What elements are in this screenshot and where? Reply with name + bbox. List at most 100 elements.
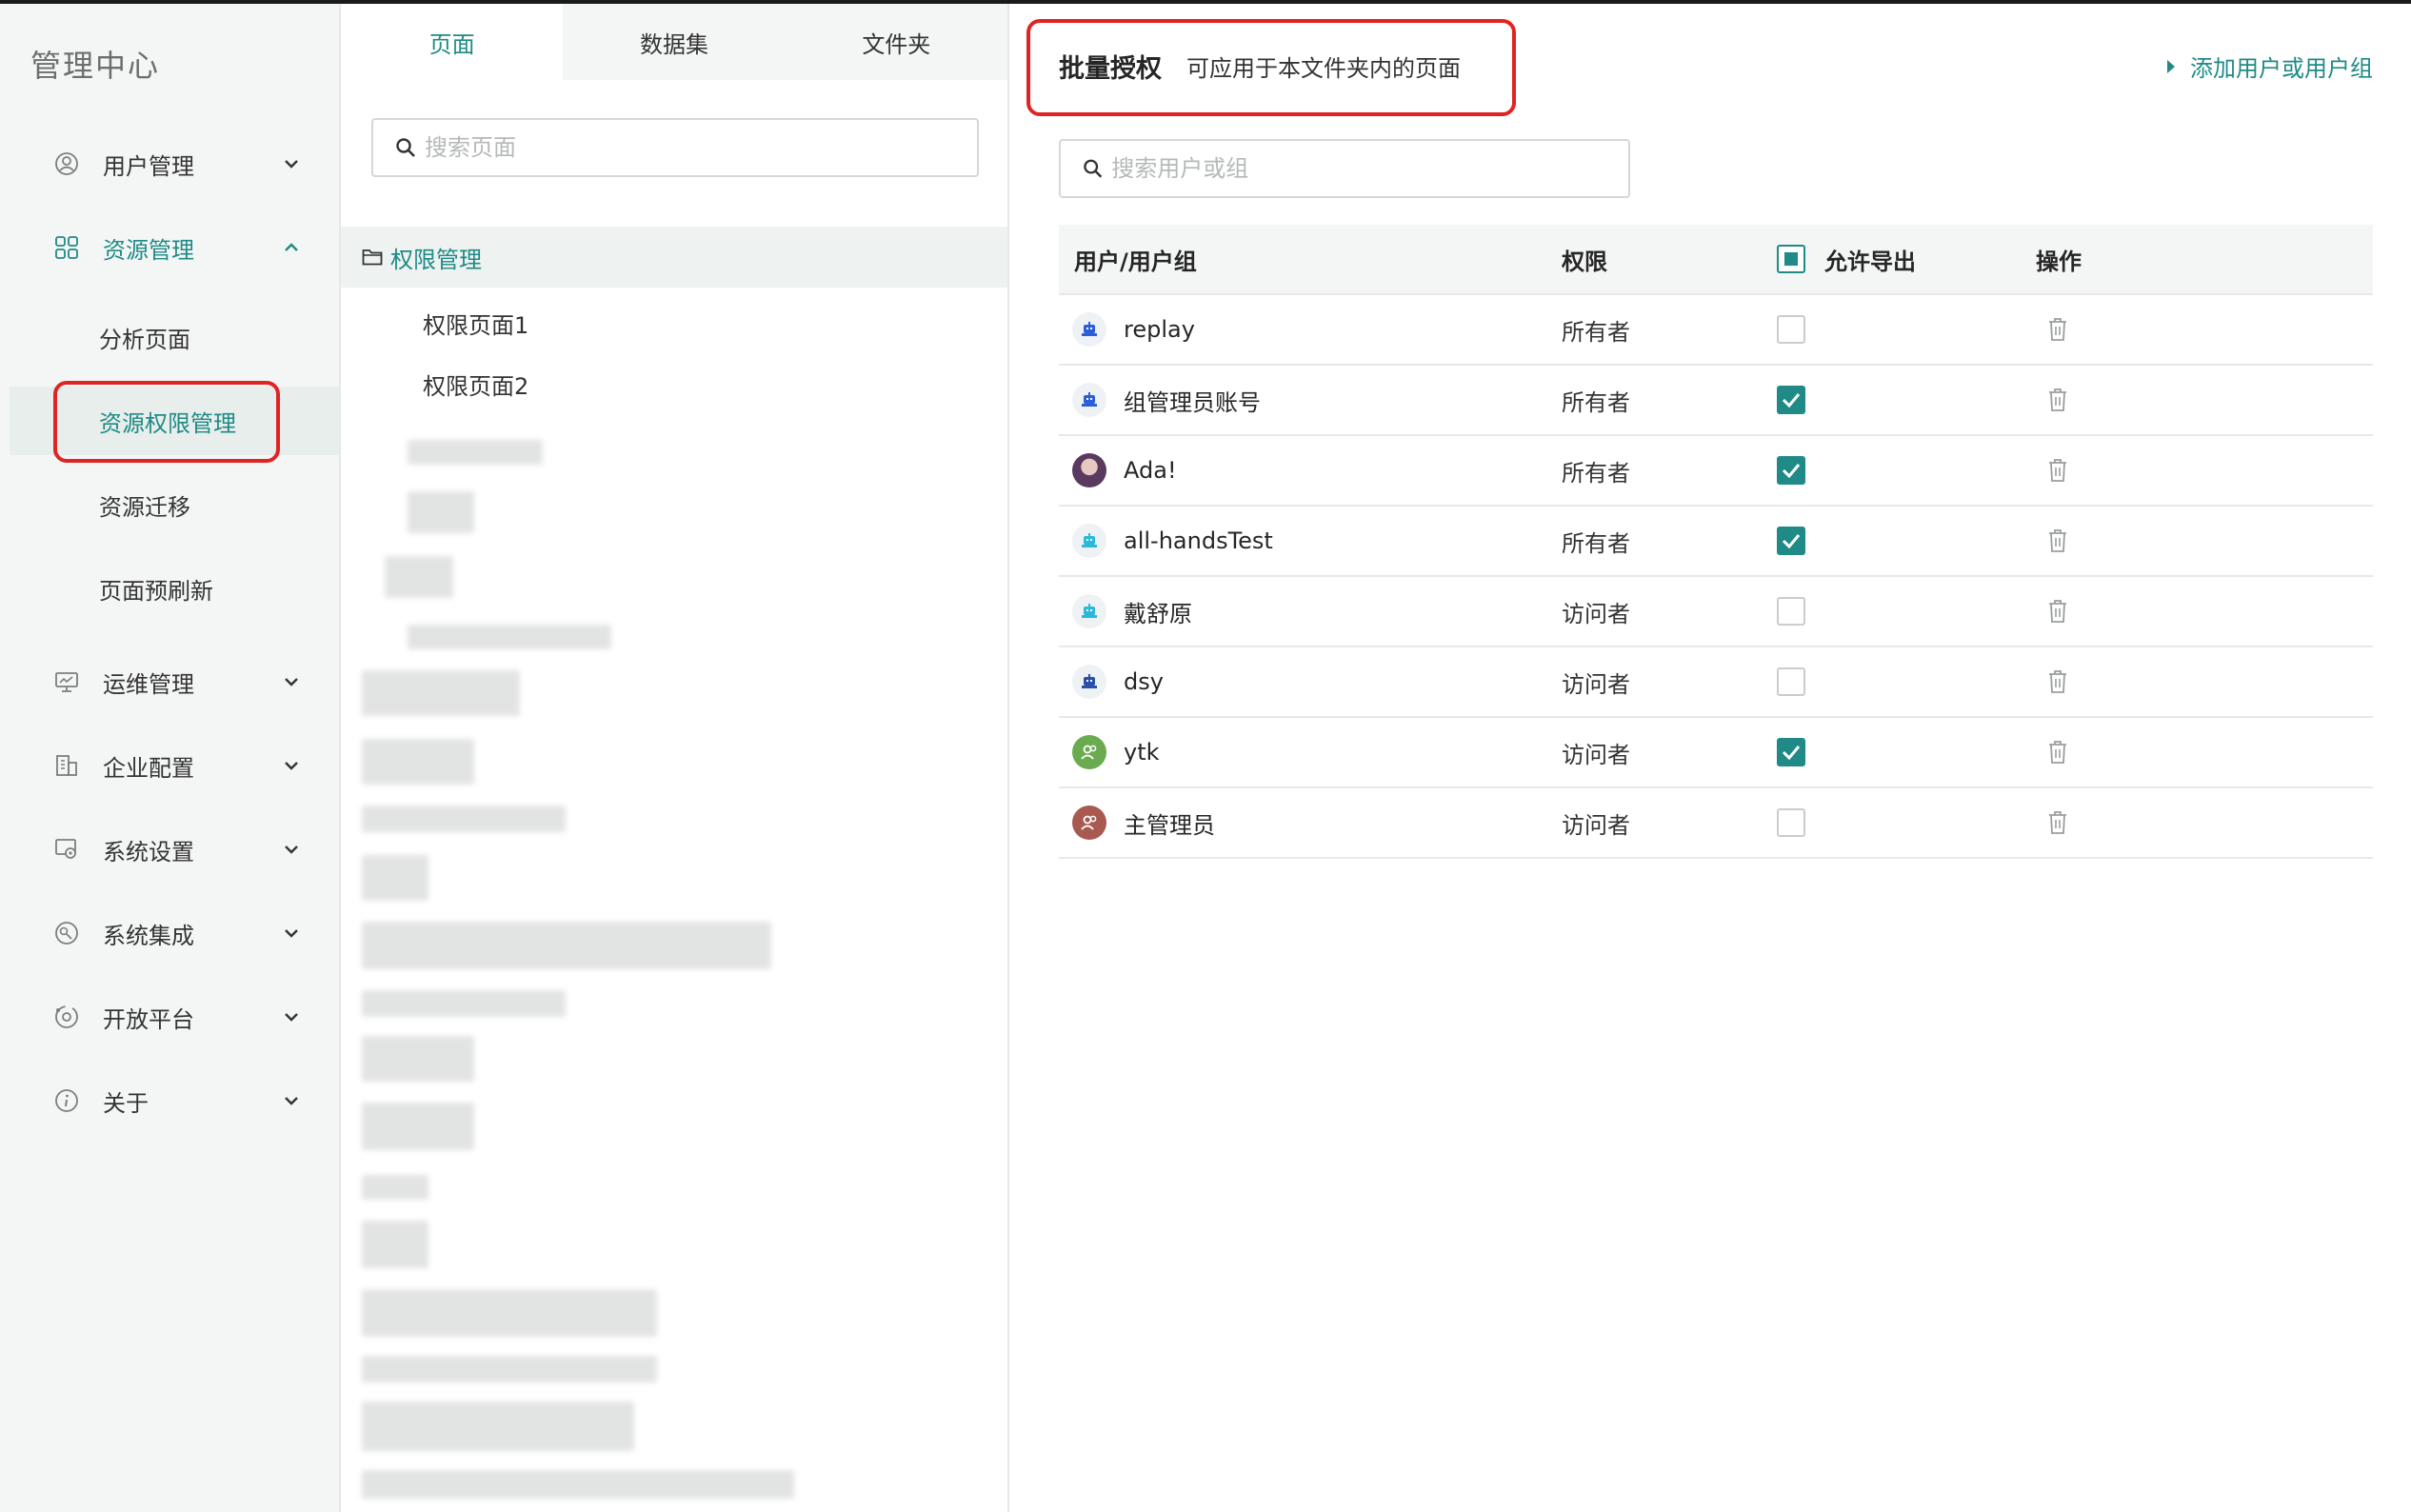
column-export: 允许导出 [1824,248,1916,275]
batch-permission-panel: 批量授权 可应用于本文件夹内的页面 添加用户或用户组 用户/用户组 权限 允许导… [1009,4,2411,1512]
robot-avatar-icon [1072,594,1106,628]
redacted-item [362,1470,794,1499]
delete-trash-icon[interactable] [2047,317,2068,342]
permission-role[interactable]: 访问者 [1562,806,1630,840]
delete-trash-icon[interactable] [2047,458,2068,483]
allow-export-checkbox[interactable] [1777,667,1805,696]
building-icon [53,752,80,779]
robot-avatar-icon [1072,665,1106,699]
nav-system-integration[interactable]: 系统集成 [0,899,339,967]
redacted-item [408,625,611,649]
allow-export-checkbox[interactable] [1777,386,1805,414]
chevron-down-icon [285,160,298,169]
settings-screen-icon [53,836,80,863]
delete-trash-icon[interactable] [2047,740,2068,765]
page-search-box[interactable] [371,118,979,177]
folder-icon [362,249,383,266]
nav-system-settings[interactable]: 系统设置 [0,815,339,884]
allow-export-checkbox[interactable] [1777,315,1805,344]
allow-export-checkbox[interactable] [1777,738,1805,766]
user-name: dsy [1124,668,1164,695]
delete-trash-icon[interactable] [2047,669,2068,694]
delete-trash-icon[interactable] [2047,810,2068,835]
search-icon [1084,159,1103,178]
user-name: all-handsTest [1124,527,1273,554]
user-search-input[interactable] [1111,155,1628,182]
redacted-item [362,806,566,832]
chevron-down-icon [285,1013,298,1022]
allow-export-checkbox[interactable] [1777,597,1805,626]
group-avatar-icon [1072,806,1106,840]
nav-enterprise-config[interactable]: 企业配置 [0,731,339,800]
permission-role[interactable]: 访问者 [1562,666,1630,699]
nav-label: 企业配置 [103,754,194,782]
table-row: replay 所有者 [1059,295,2373,366]
allow-export-checkbox[interactable] [1777,456,1805,485]
resource-tree-panel: 页面 数据集 文件夹 权限管理 权限页面1 权限页面2 [341,4,1009,1512]
sub-item-resource-migration[interactable]: 资源迁移 [0,470,339,539]
nav-about[interactable]: 关于 [0,1066,339,1135]
page-search-input[interactable] [425,134,958,161]
nav-label: 运维管理 [103,670,194,698]
nav-ops-management[interactable]: 运维管理 [0,647,339,716]
resource-tabs: 页面 数据集 文件夹 [341,4,1007,80]
tab-pages[interactable]: 页面 [341,4,564,80]
sub-item-label: 分析页面 [99,326,190,353]
info-icon [53,1087,80,1114]
delete-trash-icon[interactable] [2047,388,2068,412]
redacted-item [408,440,543,465]
highlight-box-selected-menu [53,381,280,463]
robot-avatar-icon [1072,383,1106,417]
redacted-item [362,990,566,1017]
integration-icon [53,920,80,946]
table-row: 戴舒原 访问者 [1059,577,2373,647]
page-item-2[interactable]: 权限页面2 [423,368,528,401]
nav-label: 关于 [103,1089,149,1117]
table-row: 主管理员 访问者 [1059,788,2373,859]
permission-role[interactable]: 所有者 [1562,313,1630,347]
select-all-export-checkbox[interactable] [1777,245,1805,273]
tab-datasets[interactable]: 数据集 [563,4,785,80]
open-platform-icon [53,1004,80,1030]
redacted-item [362,922,771,969]
redacted-item [362,1221,428,1268]
user-search-box[interactable] [1059,139,1630,198]
permission-role[interactable]: 访问者 [1562,736,1630,769]
chevron-down-icon [285,1097,298,1105]
brand-title: 管理中心 [30,48,161,84]
redacted-item [362,1289,657,1337]
permission-table: 用户/用户组 权限 允许导出 操作 replay 所有者 组管理员账号 所有者 Ada!… [1059,225,2373,859]
sub-item-page-prefresh[interactable]: 页面预刷新 [0,554,339,623]
add-user-or-group-link[interactable]: 添加用户或用户组 [2167,50,2373,83]
delete-trash-icon[interactable] [2047,528,2068,553]
page-item-1[interactable]: 权限页面1 [423,307,528,340]
nav-user-management[interactable]: 用户管理 [0,129,339,198]
permission-role[interactable]: 所有者 [1562,384,1630,417]
table-row: ytk 访问者 [1059,718,2373,788]
redacted-item [362,670,520,716]
nav-resource-management[interactable]: 资源管理 [0,213,339,282]
user-name: 主管理员 [1124,811,1215,839]
table-header: 用户/用户组 权限 允许导出 操作 [1059,225,2373,295]
permission-role[interactable]: 所有者 [1562,454,1630,487]
caret-right-icon [2167,59,2175,73]
allow-export-checkbox[interactable] [1777,527,1805,555]
highlight-box-batch-title [1026,19,1516,116]
monitor-icon [53,668,80,695]
sub-item-label: 页面预刷新 [99,577,213,605]
tab-folders[interactable]: 文件夹 [786,4,1007,80]
permission-role[interactable]: 访问者 [1562,595,1630,628]
sidebar: 管理中心 用户管理 资源管理 分析页面 资源权限管理 资源迁移 页面预刷新 运维… [0,4,341,1512]
user-name: replay [1124,316,1195,343]
delete-trash-icon[interactable] [2047,599,2068,624]
allow-export-checkbox[interactable] [1777,808,1805,837]
chevron-up-icon [285,243,298,251]
redacted-item [362,1175,428,1200]
group-avatar-icon [1072,735,1106,769]
folder-row-permissions[interactable]: 权限管理 [341,227,1007,288]
permission-role[interactable]: 所有者 [1562,525,1630,558]
nav-open-platform[interactable]: 开放平台 [0,983,339,1051]
sub-item-analysis-pages[interactable]: 分析页面 [0,303,339,371]
search-icon [396,138,415,157]
column-permission: 权限 [1562,248,1607,275]
